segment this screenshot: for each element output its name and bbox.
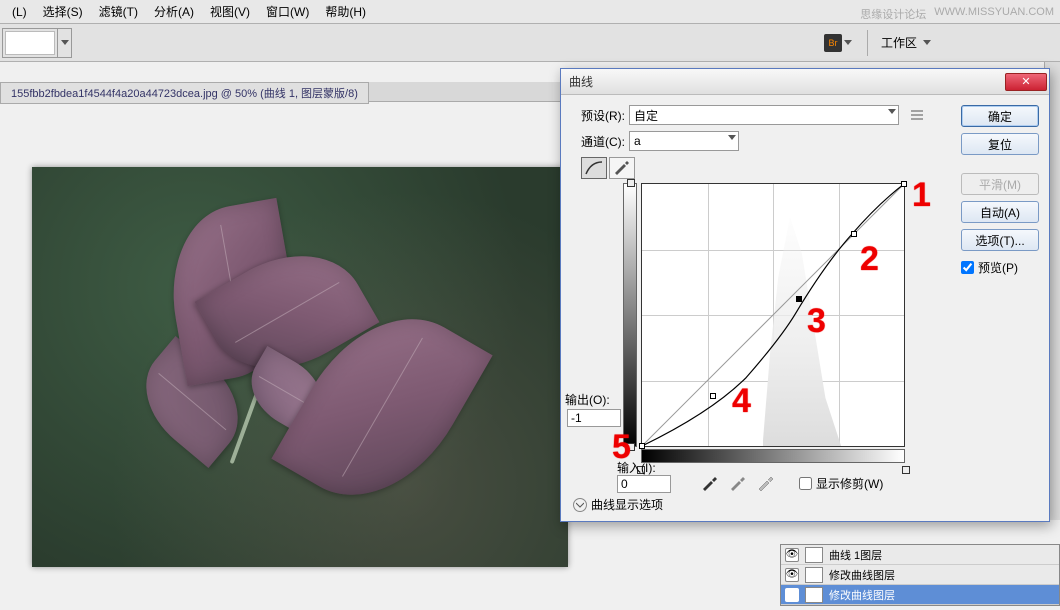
close-icon: ✕: [1021, 75, 1030, 88]
channel-label: 通道(C):: [573, 133, 625, 150]
output-label: 输出(O):: [565, 391, 610, 408]
curve-point-1[interactable]: [901, 181, 907, 187]
smooth-button[interactable]: 平滑(M): [961, 173, 1039, 195]
annotation-4: 4: [732, 382, 751, 421]
annotation-2: 2: [860, 240, 879, 279]
preset-menu-button[interactable]: [909, 107, 925, 123]
chevron-down-icon: [576, 501, 584, 509]
layer-thumb: [805, 567, 823, 583]
auto-button[interactable]: 自动(A): [961, 201, 1039, 223]
layer-label: 曲线 1图层: [829, 547, 882, 563]
document-tab[interactable]: 155fbb2fbdea1f4544f4a20a44723dcea.jpg @ …: [0, 82, 369, 104]
curve-tool-button[interactable]: [581, 157, 607, 179]
workspace-dropdown[interactable]: 工作区: [874, 30, 940, 55]
layers-panel: 👁 曲线 1图层 👁 修改曲线图层 👁 修改曲线图层: [780, 544, 1060, 606]
layer-row[interactable]: 👁 修改曲线图层: [781, 585, 1059, 605]
layer-row[interactable]: 👁 修改曲线图层: [781, 565, 1059, 585]
curves-graph[interactable]: 1 2 3 4 5: [641, 183, 905, 447]
menu-help[interactable]: 帮助(H): [317, 1, 374, 22]
channel-value: a: [634, 134, 641, 148]
eyedropper-white-icon[interactable]: [757, 473, 775, 491]
reset-button[interactable]: 复位: [961, 133, 1039, 155]
watermark-forum: 思缘设计论坛: [860, 6, 926, 22]
menu-view[interactable]: 视图(V): [202, 1, 258, 22]
annotation-1: 1: [912, 176, 931, 215]
channel-select[interactable]: a: [629, 131, 739, 151]
eyedropper-black-icon[interactable]: [701, 473, 719, 491]
ok-button[interactable]: 确定: [961, 105, 1039, 127]
input-field[interactable]: 0: [617, 475, 671, 493]
preset-value: 自定: [634, 107, 658, 124]
curve-options-toggle[interactable]: [573, 498, 587, 512]
dialog-titlebar[interactable]: 曲线 ✕: [561, 69, 1049, 95]
preview-label: 预览(P): [978, 259, 1018, 276]
bridge-icon: Br: [824, 34, 842, 52]
annotation-3: 3: [807, 302, 826, 341]
workspace-label: 工作区: [881, 34, 917, 51]
curve-options-label: 曲线显示选项: [591, 496, 663, 513]
layer-label: 修改曲线图层: [829, 567, 895, 583]
pencil-icon: [614, 160, 630, 176]
watermark: 思缘设计论坛 WWW.MISSYUAN.COM: [860, 6, 1054, 22]
options-toolbar: Br 工作区: [0, 24, 1060, 62]
dialog-title: 曲线: [569, 73, 1005, 90]
output-field[interactable]: -1: [567, 409, 621, 427]
menu-window[interactable]: 窗口(W): [258, 1, 317, 22]
preset-select[interactable]: 自定: [629, 105, 899, 125]
bridge-button[interactable]: Br: [817, 30, 861, 56]
show-clipping-checkbox[interactable]: [799, 477, 812, 490]
watermark-url: WWW.MISSYUAN.COM: [934, 6, 1054, 22]
layer-thumb: [805, 587, 823, 603]
visibility-toggle[interactable]: 👁: [785, 548, 799, 562]
layer-thumb: [805, 547, 823, 563]
annotation-5: 5: [612, 428, 631, 467]
close-button[interactable]: ✕: [1005, 73, 1047, 91]
menu-l[interactable]: (L): [4, 3, 35, 21]
output-gradient[interactable]: [623, 183, 637, 447]
dialog-button-column: 确定 复位 平滑(M) 自动(A) 选项(T)... 预览(P): [961, 105, 1039, 276]
curve-point-5[interactable]: [639, 443, 645, 449]
curve-icon: [585, 161, 603, 175]
visibility-toggle[interactable]: 👁: [785, 568, 799, 582]
eyedropper-gray-icon[interactable]: [729, 473, 747, 491]
canvas-image: [32, 167, 568, 567]
curve-point-4[interactable]: [710, 393, 716, 399]
curve-line: [642, 184, 904, 446]
layer-label: 修改曲线图层: [829, 587, 895, 603]
layer-row[interactable]: 👁 曲线 1图层: [781, 545, 1059, 565]
pencil-tool-button[interactable]: [609, 157, 635, 179]
input-gradient[interactable]: [641, 449, 905, 463]
menu-select[interactable]: 选择(S): [35, 1, 91, 22]
options-button[interactable]: 选项(T)...: [961, 229, 1039, 251]
show-clipping-label: 显示修剪(W): [816, 475, 883, 492]
curves-dialog: 曲线 ✕ 预设(R): 自定 通道(C): a: [560, 68, 1050, 522]
curve-point-2[interactable]: [851, 231, 857, 237]
visibility-toggle[interactable]: 👁: [785, 588, 799, 602]
menu-filter[interactable]: 滤镜(T): [91, 1, 146, 22]
preset-label: 预设(R):: [573, 107, 625, 124]
menu-analyze[interactable]: 分析(A): [146, 1, 202, 22]
curve-point-3[interactable]: [796, 296, 802, 302]
brush-preset[interactable]: [2, 28, 72, 58]
preview-checkbox[interactable]: [961, 261, 974, 274]
